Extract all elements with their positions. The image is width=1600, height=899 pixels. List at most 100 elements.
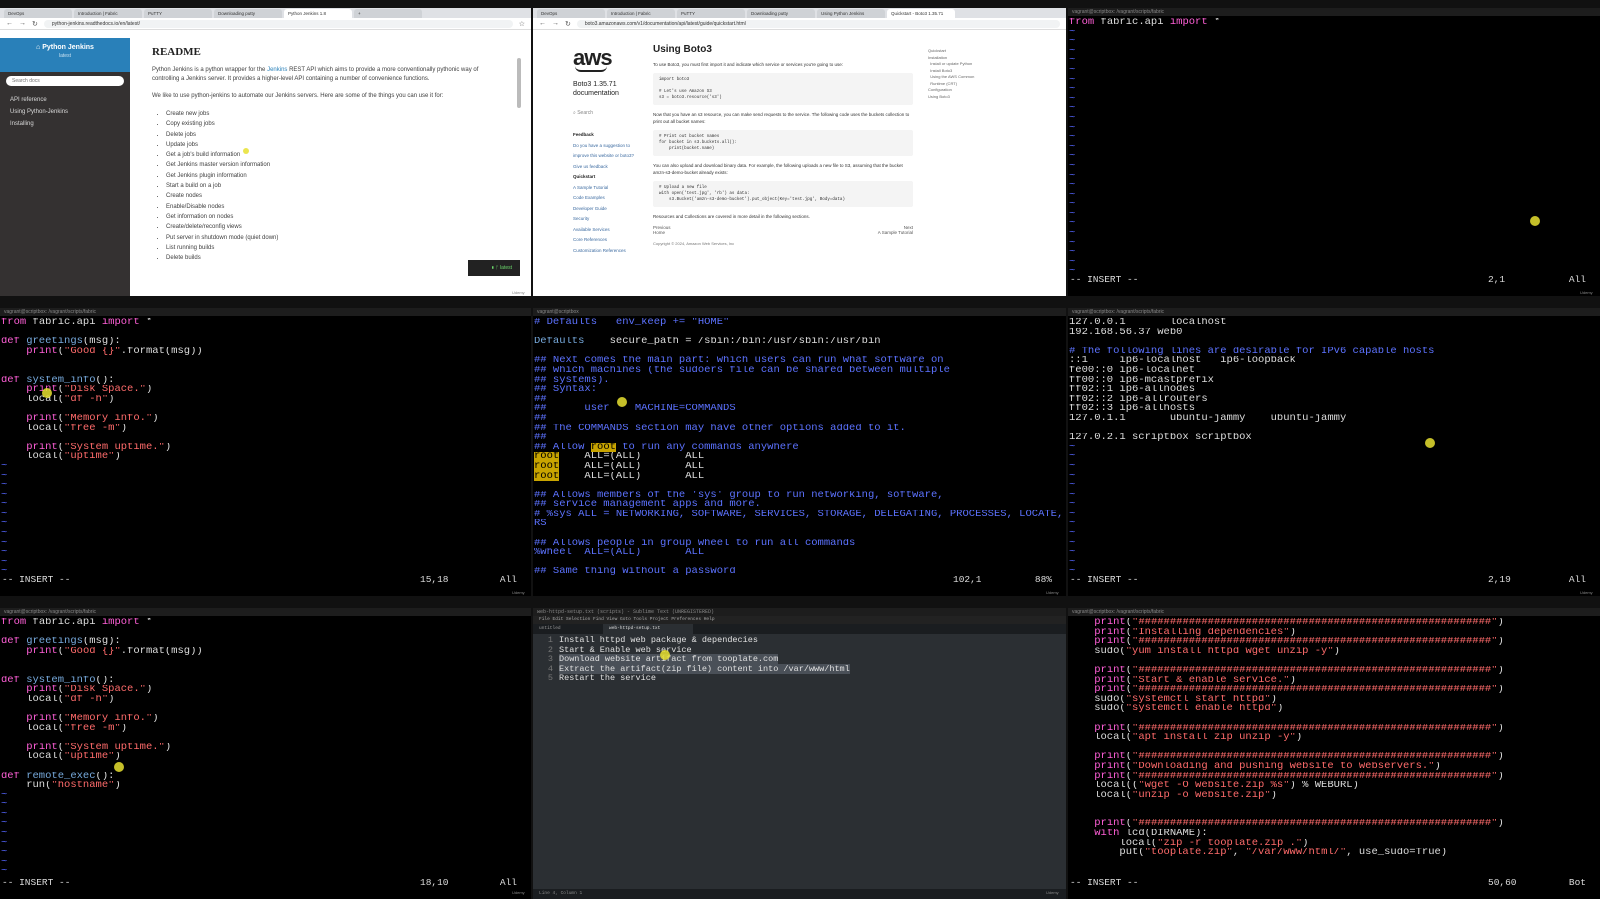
aws-logo[interactable]: aws xyxy=(573,47,613,69)
page-toc[interactable]: Quickstart Installation Install or updat… xyxy=(928,48,998,100)
aws-nav-item[interactable]: improve this website or boto3? xyxy=(573,151,634,162)
empty-line-tilde: ~ xyxy=(1,500,8,510)
browser-tab[interactable]: Downloading putty xyxy=(214,9,282,18)
aws-nav-item[interactable]: Core References xyxy=(573,235,607,246)
code-token: ALL=(ALL) ALL xyxy=(559,452,705,462)
empty-line-tilde: ~ xyxy=(1069,538,1076,549)
aws-nav-item[interactable]: Security xyxy=(573,214,605,225)
code-line: # Defaults env_keep += "HOME" xyxy=(534,318,1066,328)
url-field[interactable]: python-jenkins.readthedocs.io/en/latest/ xyxy=(43,19,513,28)
terminal-mid-right[interactable]: vagrant@scriptbox: /vagrant/scripts/fabr… xyxy=(1068,308,1600,596)
code-token: ) xyxy=(1497,771,1504,782)
tab-web-httpd-setup[interactable]: web-httpd-setup.txt xyxy=(603,624,693,634)
vim-buffer[interactable]: 127.0.0.1 localhost 192.168.56.37 web0 # … xyxy=(1068,316,1600,577)
browser-tab[interactable]: PuTTY xyxy=(144,9,212,18)
tab-untitled[interactable]: untitled xyxy=(533,624,603,634)
vim-mode: -- INSERT -- xyxy=(2,877,71,888)
code-token: ) xyxy=(164,442,172,453)
vim-buffer[interactable]: from fabric.api import * ~ ~ ~ ~ ~ ~ ~ ~ ~ ~ ~ ~ ~ ~ ~ ~… xyxy=(1068,16,1600,277)
search-input[interactable]: ⌕ Search xyxy=(573,110,605,116)
browser-tab[interactable]: + xyxy=(354,9,422,18)
scrollbar[interactable] xyxy=(517,58,521,108)
browser-tab[interactable]: Downloading putty xyxy=(747,9,815,18)
sidebar-item[interactable]: Installing xyxy=(0,118,130,130)
reload-icon[interactable]: ↻ xyxy=(32,20,38,28)
paragraph: Now that you have an s3 resource, you ca… xyxy=(653,112,910,124)
code-line: print("Good {}".format(msg)) xyxy=(1,647,531,657)
code-block[interactable]: # Upload a new file with open('test.jpg'… xyxy=(653,181,913,207)
aws-nav-item[interactable]: Give us feedback xyxy=(573,162,608,173)
browser-tab[interactable]: Using Python Jenkins xyxy=(817,9,885,18)
terminal-top-right[interactable]: vagrant@scriptbox: /vagrant/scripts/fabr… xyxy=(1068,8,1600,296)
code-token: ## Allows members of the 'sys' group to … xyxy=(534,490,944,501)
docs-home-link[interactable]: ⌂ Python Jenkins latest xyxy=(0,38,130,72)
browser-tab[interactable]: DevOps xyxy=(537,9,605,18)
vim-buffer[interactable]: from fabric.api import * def greetings(m… xyxy=(0,316,531,577)
vim-buffer[interactable]: # Defaults env_keep += "HOME" Defaults s… xyxy=(533,316,1066,577)
code-token: print xyxy=(1094,665,1126,676)
forward-icon[interactable]: → xyxy=(19,20,26,27)
code-token: ) xyxy=(152,713,159,724)
browser-tab[interactable]: Introduction | Fabric xyxy=(74,9,142,18)
browser-tab[interactable]: PuTTY xyxy=(677,9,745,18)
code-token: "#######################################… xyxy=(1132,752,1498,762)
vim-mode: -- INSERT -- xyxy=(1070,574,1139,585)
browser-tab[interactable]: DevOps xyxy=(4,9,72,18)
browser-tab[interactable]: Python Jenkins 1.8 xyxy=(284,9,352,18)
editor-text-area[interactable]: 1 Install httpd web package & dependecies… xyxy=(533,634,1066,684)
terminal-bottom-left[interactable]: vagrant@scriptbox: /vagrant/scripts/fabr… xyxy=(0,608,531,899)
code-line: local("df -h") xyxy=(1,695,531,705)
code-block[interactable]: import boto3 # Let's use Amazon S3 s3 = … xyxy=(653,73,913,105)
intro-paragraph: Python Jenkins is a python wrapper for t… xyxy=(152,66,497,84)
previous-link[interactable]: Previous Home xyxy=(653,225,671,235)
empty-line-tilde: ~ xyxy=(1069,181,1076,191)
list-item: List running builds xyxy=(166,243,497,253)
sidebar-item[interactable]: API reference xyxy=(0,94,130,106)
reload-icon[interactable]: ↻ xyxy=(565,20,571,28)
star-icon[interactable]: ☆ xyxy=(519,20,525,28)
list-item: Start a build on a job xyxy=(166,181,497,191)
docs-content: README Python Jenkins is a python wrappe… xyxy=(130,38,519,296)
aws-nav-item[interactable]: Customization References xyxy=(573,246,626,257)
code-line: ## xyxy=(534,395,1066,405)
jenkins-link[interactable]: Jenkins xyxy=(267,67,287,73)
aws-nav-item[interactable]: Feedback xyxy=(573,130,605,141)
version-badge[interactable]: ▮ ᚠ latest xyxy=(468,260,520,276)
aws-nav-item[interactable]: Do you have a suggestion to xyxy=(573,141,630,152)
terminal-mid-center[interactable]: vagrant@scriptbox # Defaults env_keep +=… xyxy=(533,308,1066,596)
search-docs-input[interactable] xyxy=(6,76,124,86)
scroll-percent: 88% xyxy=(1034,574,1052,585)
code-token: ) xyxy=(1302,838,1309,849)
sidebar-item[interactable]: Using Python-Jenkins xyxy=(0,106,130,118)
code-token: "System uptime." xyxy=(64,442,165,453)
forward-icon[interactable]: → xyxy=(552,20,559,27)
vim-buffer[interactable]: from fabric.api import * def greetings(m… xyxy=(0,616,531,877)
browser-tab[interactable]: Quickstart - Boto3 1.35.71 xyxy=(887,9,955,18)
aws-nav-item[interactable]: Available Services xyxy=(573,225,610,236)
docs-sidebar: ⌂ Python Jenkins latest API referenceUsi… xyxy=(0,38,130,296)
empty-line-tilde: ~ xyxy=(1069,442,1076,453)
code-token: "systemctl start httpd" xyxy=(1125,694,1271,705)
url-field[interactable]: boto3.amazonaws.com/v1/documentation/api… xyxy=(576,19,1060,28)
menu-bar[interactable]: File Edit Selection Find View Goto Tools… xyxy=(533,616,1066,624)
code-line: 127.0.2.1 scriptbox scriptbox xyxy=(1069,433,1600,443)
code-line: local(("wget -O website.zip %s") % WEBUR… xyxy=(1069,781,1600,791)
code-block[interactable]: # Print out bucket names for bucket in s… xyxy=(653,130,913,156)
terminal-mid-left[interactable]: vagrant@scriptbox: /vagrant/scripts/fabr… xyxy=(0,308,531,596)
aws-nav-item[interactable]: Developer Guide xyxy=(573,204,607,215)
code-token: ## xyxy=(534,433,547,443)
back-icon[interactable]: ← xyxy=(6,20,13,27)
aws-nav-item[interactable]: Code Examples xyxy=(573,193,605,204)
browser-tab[interactable]: Introduction | Fabric xyxy=(607,9,675,18)
editor-line[interactable]: 5 Restart the service xyxy=(533,673,1066,684)
terminal-bottom-right[interactable]: vagrant@scriptbox: /vagrant/scripts/fabr… xyxy=(1068,608,1600,899)
code-token: ) xyxy=(152,413,159,424)
code-token: sudo( xyxy=(1069,646,1126,657)
aws-nav-item[interactable]: Quickstart xyxy=(573,172,605,183)
next-link[interactable]: Next A Sample Tutorial xyxy=(878,225,913,235)
aws-nav-item[interactable]: A Sample Tutorial xyxy=(573,183,608,194)
back-icon[interactable]: ← xyxy=(539,20,546,27)
vim-buffer[interactable]: print("#################################… xyxy=(1068,616,1600,858)
